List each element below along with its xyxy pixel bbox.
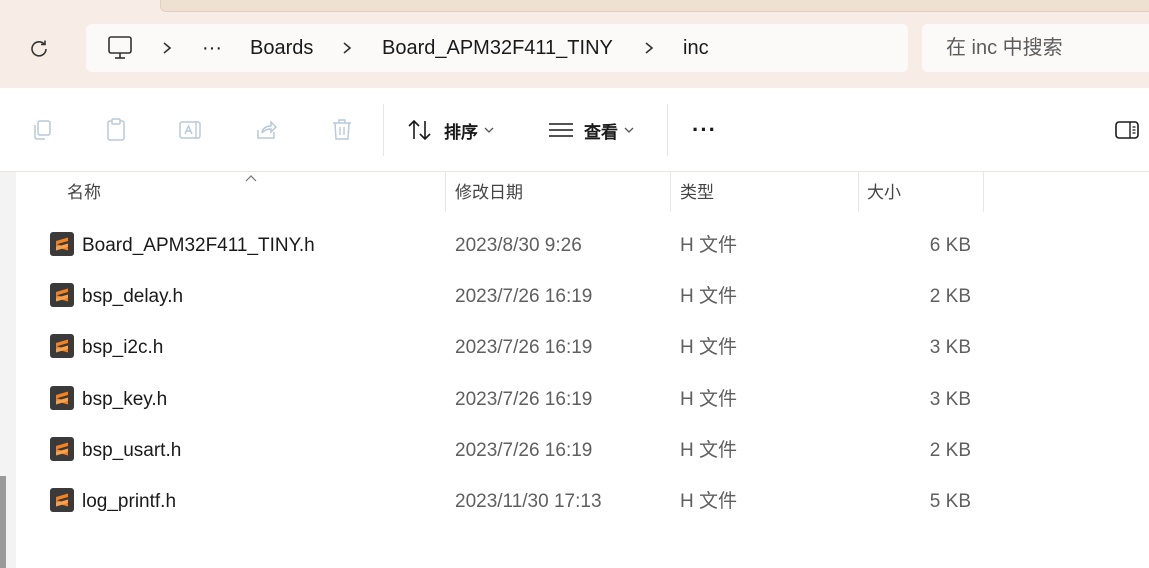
- chevron-right-icon[interactable]: [342, 24, 352, 72]
- search-placeholder: 在 inc 中搜索: [946, 37, 1063, 59]
- breadcrumb-overflow[interactable]: ···: [202, 24, 222, 72]
- file-size: 2 KB: [929, 286, 971, 308]
- file-size: 6 KB: [929, 235, 971, 256]
- toolbar-divider: [667, 104, 668, 156]
- file-name: Board_APM32F411_TINY.h: [82, 235, 315, 256]
- sublime-file-icon: [50, 488, 74, 512]
- chevron-down-icon: [624, 127, 634, 133]
- rename-icon[interactable]: [175, 114, 207, 146]
- more-button[interactable]: ···: [692, 112, 717, 148]
- file-row[interactable]: bsp_key.h 2023/7/26 16:19 H 文件 3 KB: [16, 374, 1149, 425]
- file-type: H 文件: [680, 337, 738, 359]
- scrollbar[interactable]: [0, 476, 6, 568]
- column-divider[interactable]: [983, 172, 984, 212]
- sort-icon: [408, 119, 431, 141]
- file-name: bsp_key.h: [82, 388, 168, 410]
- command-bar: 排序 查看 ···: [0, 88, 1149, 172]
- file-size: 5 KB: [929, 491, 971, 512]
- file-type: H 文件: [680, 235, 738, 256]
- sort-label: 排序: [444, 122, 478, 142]
- share-icon[interactable]: [250, 114, 282, 146]
- file-name: log_printf.h: [82, 491, 177, 512]
- breadcrumb-inc[interactable]: inc: [683, 24, 709, 72]
- file-row[interactable]: bsp_delay.h 2023/7/26 16:19 H 文件 2 KB: [16, 271, 1149, 322]
- file-type: H 文件: [680, 439, 738, 461]
- column-divider[interactable]: [858, 172, 859, 212]
- file-type: H 文件: [680, 491, 738, 512]
- column-header-size[interactable]: 大小: [867, 172, 901, 214]
- view-button[interactable]: 查看: [548, 112, 634, 148]
- chevron-down-icon: [484, 127, 494, 133]
- file-size: 3 KB: [929, 337, 971, 359]
- file-size: 3 KB: [929, 388, 971, 410]
- sublime-file-icon: [50, 232, 74, 256]
- delete-icon[interactable]: [326, 114, 358, 146]
- file-modified: 2023/8/30 9:26: [455, 235, 582, 256]
- sublime-file-icon: [50, 385, 74, 410]
- column-header-type[interactable]: 类型: [680, 172, 714, 214]
- column-header-name[interactable]: 名称: [67, 172, 101, 214]
- sublime-file-icon: [50, 283, 74, 308]
- file-modified: 2023/7/26 16:19: [455, 388, 593, 410]
- file-row[interactable]: Board_APM32F411_TINY.h 2023/8/30 9:26 H 文件…: [16, 220, 1149, 271]
- breadcrumb-boards[interactable]: Boards: [250, 24, 313, 72]
- view-list-icon: [549, 123, 573, 137]
- toolbar-divider: [383, 104, 384, 156]
- file-name: bsp_delay.h: [82, 286, 184, 308]
- chevron-right-icon[interactable]: [644, 24, 654, 72]
- column-header-modified[interactable]: 修改日期: [455, 172, 523, 214]
- breadcrumb-board[interactable]: Board_APM32F411_TINY: [382, 24, 613, 72]
- file-modified: 2023/11/30 17:13: [455, 491, 602, 512]
- file-type: H 文件: [680, 388, 738, 410]
- file-row[interactable]: log_printf.h 2023/11/30 17:13 H 文件 5 KB: [16, 476, 1149, 527]
- column-divider[interactable]: [670, 172, 671, 212]
- sublime-file-icon: [50, 334, 74, 359]
- refresh-button[interactable]: [22, 34, 56, 64]
- file-modified: 2023/7/26 16:19: [455, 337, 593, 359]
- chevron-right-icon[interactable]: [162, 24, 172, 72]
- file-modified: 2023/7/26 16:19: [455, 286, 593, 308]
- sublime-file-icon: [50, 436, 74, 461]
- copy-icon[interactable]: [26, 114, 58, 146]
- file-name: bsp_usart.h: [82, 439, 182, 461]
- sort-button[interactable]: 排序: [406, 112, 494, 148]
- file-name: bsp_i2c.h: [82, 337, 164, 359]
- search-input[interactable]: 在 inc 中搜索: [922, 24, 1149, 72]
- file-type: H 文件: [680, 286, 738, 308]
- file-row[interactable]: bsp_i2c.h 2023/7/26 16:19 H 文件 3 KB: [16, 322, 1149, 373]
- view-label: 查看: [584, 122, 618, 142]
- file-modified: 2023/7/26 16:19: [455, 439, 593, 461]
- paste-icon[interactable]: [100, 114, 132, 146]
- file-row[interactable]: bsp_usart.h 2023/7/26 16:19 H 文件 2 KB: [16, 425, 1149, 476]
- tab-edge: [160, 0, 1149, 12]
- sort-caret-icon: [244, 170, 258, 188]
- address-bar[interactable]: ··· Boards Board_APM32F411_TINY inc: [86, 24, 908, 72]
- monitor-icon[interactable]: [106, 35, 134, 66]
- details-pane-icon[interactable]: [1114, 119, 1140, 146]
- column-divider[interactable]: [445, 172, 446, 212]
- file-size: 2 KB: [929, 439, 971, 461]
- refresh-icon: [31, 40, 47, 57]
